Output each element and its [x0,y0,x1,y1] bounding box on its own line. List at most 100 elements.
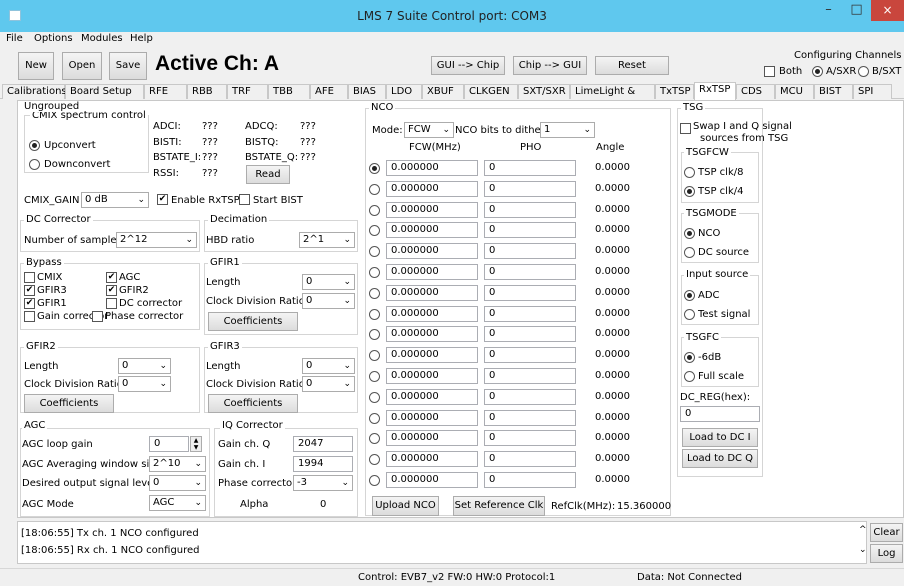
menu-help[interactable]: Help [130,33,153,44]
nco-pho-input[interactable]: 0 [484,472,576,488]
set-reference-clk-button[interactable]: Set Reference Clk [453,496,545,516]
log-area[interactable]: [18:06:55] Tx ch. 1 NCO configured [18:0… [17,521,867,564]
tab-board-setup[interactable]: Board Setup [65,84,144,99]
tab-tbb[interactable]: TBB [268,84,310,99]
clear-log-button[interactable]: Clear [870,523,903,542]
tsg-nco-radio[interactable] [684,228,695,239]
nco-fcw-input[interactable]: 0.000000 [386,409,478,426]
tab-rfe[interactable]: RFE [144,84,187,99]
nco-row-radio[interactable] [369,287,380,299]
nco-row-radio[interactable] [369,371,380,382]
tab-bias[interactable]: BIAS [348,84,386,99]
nco-fcw-input[interactable]: 0.000000 [386,451,478,468]
tsg-dc-source-radio[interactable] [684,247,695,258]
nco-pho-input[interactable]: 0 [484,451,576,468]
tsgfc-6db-radio[interactable] [684,352,695,363]
bypass-gfir3-checkbox[interactable]: ✔ [24,285,35,296]
tsgfc-full-scale-radio[interactable] [684,371,695,382]
gfir2-length-select[interactable]: 0 ⌄ [118,358,171,374]
nco-fcw-input[interactable]: 0.000000 [386,388,478,405]
menu-options[interactable]: Options [34,33,73,44]
dc-reg-input[interactable]: 0 [680,406,760,422]
nco-fcw-input[interactable]: 0.000000 [386,201,478,218]
nco-pho-input[interactable]: 0 [484,326,576,343]
nco-pho-input[interactable]: 0 [484,347,576,364]
tab-xbuf[interactable]: XBUF [422,84,464,99]
reset-button[interactable]: Reset [595,56,669,75]
bypass-gfir2-checkbox[interactable]: ✔ [106,285,117,296]
log-button[interactable]: Log [870,544,903,563]
bypass-agc-checkbox[interactable]: ✔ [106,272,117,283]
tab-txtsp[interactable]: TxTSP [655,84,694,99]
nco-row-radio[interactable] [369,267,380,278]
read-button[interactable]: Read [246,165,290,184]
nco-row-radio[interactable] [369,412,380,424]
nco-pho-input[interactable]: 0 [484,284,576,301]
nco-pho-input[interactable]: 0 [484,430,576,447]
nco-fcw-input[interactable]: 0.000000 [386,160,478,176]
nco-fcw-input[interactable]: 0.000000 [386,347,478,364]
bypass-phase-corrector-checkbox[interactable] [92,311,103,322]
nco-pho-input[interactable]: 0 [484,305,576,322]
nco-fcw-input[interactable]: 0.000000 [386,222,478,239]
tsp-clk4-radio[interactable] [684,186,695,197]
load-dc-q-button[interactable]: Load to DC Q [682,449,758,468]
agc-loop-spinner[interactable]: ▲ ▼ [190,436,202,452]
nco-row-radio[interactable] [369,475,380,486]
nco-fcw-input[interactable]: 0.000000 [386,264,478,280]
upload-nco-button[interactable]: Upload NCO [372,496,439,516]
gfir3-cdr-select[interactable]: 0 ⌄ [302,376,355,392]
nco-pho-input[interactable]: 0 [484,368,576,384]
tab-ldo[interactable]: LDO [386,84,422,99]
nco-fcw-input[interactable]: 0.000000 [386,180,478,197]
gfir1-coefficients-button[interactable]: Coefficients [208,312,298,331]
open-button[interactable]: Open [62,52,102,80]
tab-spi[interactable]: SPI [853,84,892,99]
bypass-cmix-checkbox[interactable] [24,272,35,283]
nco-row-radio[interactable] [369,204,380,216]
minimize-button[interactable]: – [815,0,842,21]
channel-b-radio[interactable] [858,66,869,77]
downconvert-radio[interactable] [29,159,40,170]
nco-row-radio[interactable] [369,391,380,403]
scroll-up-icon[interactable]: ^ [859,525,867,535]
nco-pho-input[interactable]: 0 [484,160,576,176]
tab-rxtsp[interactable]: RxTSP [694,82,736,100]
chip-to-gui-button[interactable]: Chip --> GUI [513,56,587,75]
hbd-ratio-select[interactable]: 2^1 ⌄ [299,232,355,248]
tab-calibrations[interactable]: Calibrations [2,84,67,99]
nco-pho-input[interactable]: 0 [484,180,576,197]
nco-fcw-input[interactable]: 0.000000 [386,326,478,343]
nco-row-radio[interactable] [369,163,380,174]
agc-window-select[interactable]: 2^10 ⌄ [149,456,206,472]
channel-a-radio[interactable] [812,66,823,77]
gain-i-input[interactable]: 1994 [293,456,353,472]
input-adc-radio[interactable] [684,290,695,301]
new-button[interactable]: New [18,52,54,80]
tab-rbb[interactable]: RBB [187,84,227,99]
bypass-dc-corrector-checkbox[interactable] [106,298,117,309]
gui-to-chip-button[interactable]: GUI --> Chip [431,56,505,75]
swap-iq-checkbox[interactable] [680,123,691,134]
both-checkbox[interactable] [764,66,775,77]
agc-mode-select[interactable]: AGC ⌄ [149,495,206,511]
nco-pho-input[interactable]: 0 [484,264,576,280]
nco-fcw-input[interactable]: 0.000000 [386,430,478,447]
nco-fcw-input[interactable]: 0.000000 [386,305,478,322]
gfir1-cdr-select[interactable]: 0 ⌄ [302,293,355,309]
menu-modules[interactable]: Modules [81,33,123,44]
nco-fcw-input[interactable]: 0.000000 [386,284,478,301]
nco-row-radio[interactable] [369,308,380,320]
upconvert-radio[interactable] [29,140,40,151]
agc-loop-input[interactable]: 0 [149,436,189,452]
gfir3-coefficients-button[interactable]: Coefficients [208,394,298,413]
gfir2-cdr-select[interactable]: 0 ⌄ [118,376,171,392]
bypass-gfir1-checkbox[interactable]: ✔ [24,298,35,309]
tab-trf[interactable]: TRF [227,84,268,99]
save-button[interactable]: Save [109,52,147,80]
tab-bist[interactable]: BIST [814,84,853,99]
input-test-signal-radio[interactable] [684,309,695,320]
gfir1-length-select[interactable]: 0 ⌄ [302,274,355,290]
tsp-clk8-radio[interactable] [684,167,695,178]
phase-corrector-select[interactable]: -3 ⌄ [293,475,353,491]
